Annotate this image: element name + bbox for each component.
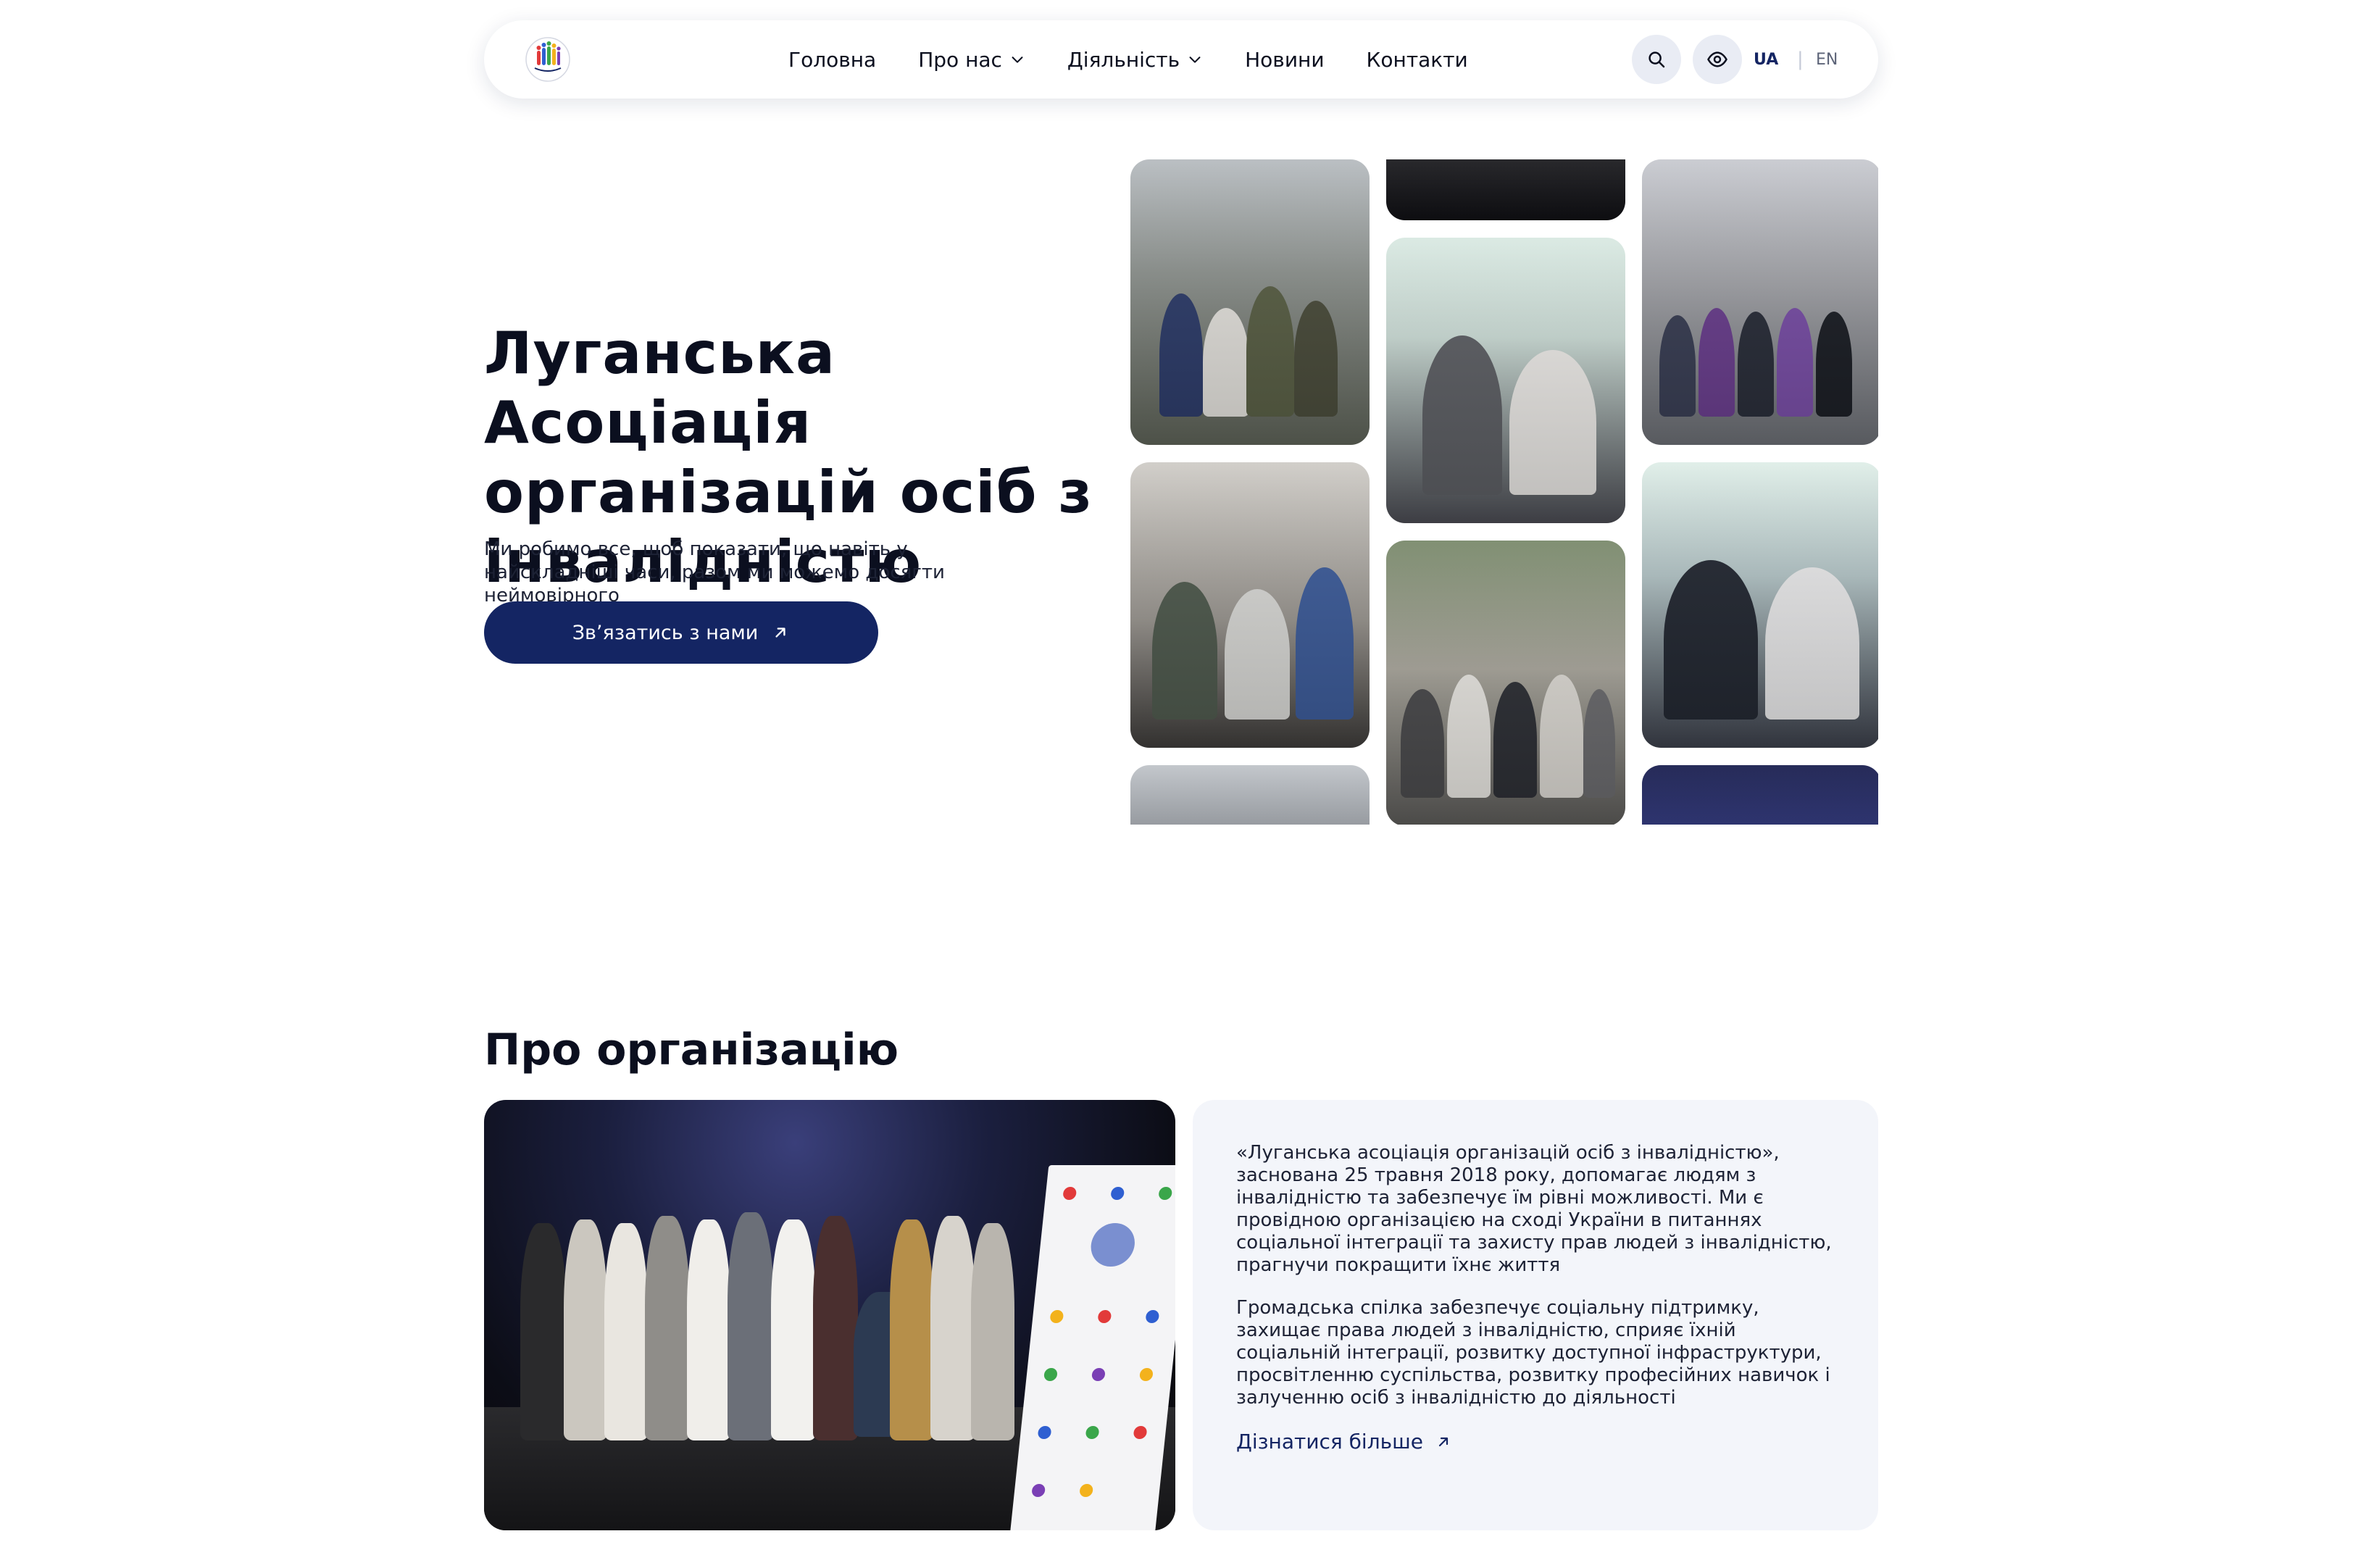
hero-subtitle: Ми робимо все, щоб показати, що навіть у…: [484, 538, 945, 606]
nav-item-contacts-label: Контакти: [1366, 47, 1468, 72]
gallery-photo: [1386, 159, 1625, 220]
contact-us-label: Зв’язатись з нами: [572, 621, 759, 644]
eye-icon: [1707, 51, 1727, 67]
about-paragraph-1: «Луганська асоціація організацій осіб з …: [1236, 1142, 1832, 1276]
language-separator: |: [1797, 49, 1804, 70]
nav-item-activity[interactable]: Діяльність: [1067, 48, 1203, 72]
photo-gallery: [1130, 159, 1878, 825]
search-icon: [1648, 51, 1665, 68]
learn-more-link[interactable]: Дізнатися більше: [1236, 1430, 1835, 1454]
gallery-photo: [1130, 159, 1370, 445]
gallery-photo: [1130, 765, 1370, 825]
nav-item-contacts[interactable]: Контакти: [1367, 48, 1468, 72]
arrow-up-right-icon: [1438, 1437, 1449, 1446]
team-photo: [484, 1100, 1175, 1530]
gallery-photo: [1642, 159, 1878, 445]
nav-item-home[interactable]: Головна: [788, 48, 876, 72]
contact-us-button[interactable]: Зв’язатись з нами: [484, 601, 878, 664]
about-text-card: «Луганська асоціація організацій осіб з …: [1193, 1100, 1878, 1530]
main-menu: Головна Про нас Діяльність Новини Контак…: [788, 20, 1468, 99]
nav-item-home-label: Головна: [788, 47, 877, 72]
nav-item-activity-label: Діяльність: [1067, 47, 1180, 72]
chevron-down-icon: [1012, 57, 1023, 63]
learn-more-label: Дізнатися більше: [1236, 1430, 1423, 1454]
nav-item-about-label: Про нас: [918, 47, 1002, 72]
nav-item-news-label: Новини: [1245, 47, 1325, 72]
accessibility-button[interactable]: [1693, 35, 1742, 84]
about-section-title: Про організацію: [484, 1025, 899, 1075]
gallery-photo: [1386, 238, 1625, 523]
about-paragraph-2: Громадська спілка забезпечує соціальну п…: [1236, 1297, 1830, 1409]
arrow-up-right-icon: [775, 627, 785, 638]
top-navigation: Головна Про нас Діяльність Новини Контак…: [484, 20, 1878, 99]
search-button[interactable]: [1632, 35, 1681, 84]
language-ua[interactable]: UA: [1754, 20, 1778, 99]
nav-item-news[interactable]: Новини: [1245, 48, 1324, 72]
gallery-photo: [1642, 765, 1878, 825]
organization-banner: [1009, 1165, 1175, 1530]
chevron-down-icon: [1189, 57, 1201, 63]
gallery-photo: [1386, 541, 1625, 825]
language-en[interactable]: EN: [1816, 20, 1838, 99]
gallery-photo: [1642, 462, 1878, 748]
gallery-photo: [1130, 462, 1370, 748]
organization-logo[interactable]: [525, 36, 571, 83]
nav-item-about[interactable]: Про нас: [918, 48, 1025, 72]
